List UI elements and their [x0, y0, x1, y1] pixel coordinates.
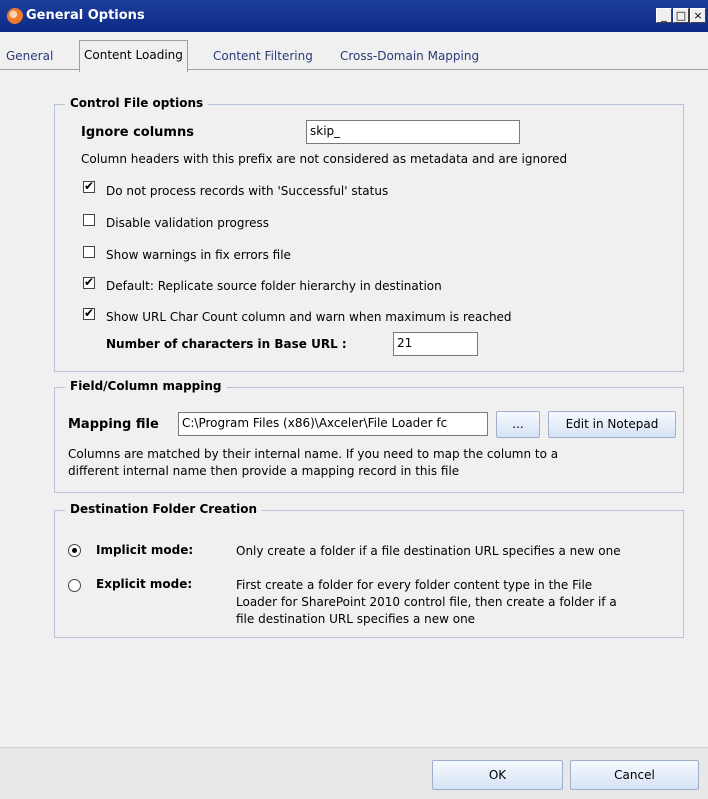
replicate-hierarchy-checkbox[interactable]: [83, 275, 95, 289]
show-warnings-checkbox[interactable]: [83, 246, 95, 258]
ignore-columns-label: Ignore columns: [81, 125, 194, 140]
implicit-mode-radio[interactable]: [68, 544, 81, 557]
mapping-note-line2: different internal name then provide a m…: [68, 464, 460, 478]
disable-validation-checkbox[interactable]: [83, 214, 95, 226]
show-warnings-label[interactable]: Show warnings in fix errors file: [106, 248, 291, 262]
explicit-mode-radio[interactable]: [68, 579, 81, 592]
app-icon: [7, 8, 23, 24]
general-options-window: General Options _ □ × General Content Lo…: [0, 0, 708, 799]
cancel-button[interactable]: Cancel: [570, 760, 699, 790]
skip-successful-checkbox[interactable]: [83, 179, 95, 193]
browse-button[interactable]: ...: [496, 411, 540, 438]
tab-general[interactable]: General: [2, 43, 57, 69]
url-char-count-checkbox[interactable]: [83, 306, 95, 320]
close-button[interactable]: ×: [690, 8, 706, 23]
implicit-mode-label[interactable]: Implicit mode:: [96, 543, 193, 557]
tab-strip: General Content Loading Content Filterin…: [0, 36, 708, 72]
control-file-group: Control File options: [54, 96, 684, 372]
destination-folder-legend: Destination Folder Creation: [65, 502, 263, 516]
mapping-note-line1: Columns are matched by their internal na…: [68, 447, 559, 461]
explicit-mode-label[interactable]: Explicit mode:: [96, 577, 192, 591]
tab-content-loading[interactable]: Content Loading: [79, 40, 188, 72]
ignore-columns-input[interactable]: skip_: [306, 120, 520, 144]
tab-cross-domain-mapping[interactable]: Cross-Domain Mapping: [336, 43, 483, 69]
maximize-button[interactable]: □: [673, 8, 689, 23]
ok-button[interactable]: OK: [432, 760, 563, 790]
implicit-mode-description: Only create a folder if a file destinati…: [236, 544, 621, 558]
title-bar[interactable]: General Options _ □ ×: [0, 0, 708, 32]
window-title: General Options: [26, 8, 145, 23]
url-char-count-label[interactable]: Show URL Char Count column and warn when…: [106, 310, 512, 324]
tab-content-filtering[interactable]: Content Filtering: [209, 43, 317, 69]
explicit-mode-desc-line3: file destination URL specifies a new one: [236, 612, 476, 626]
disable-validation-label[interactable]: Disable validation progress: [106, 216, 269, 230]
prefix-note: Column headers with this prefix are not …: [81, 152, 568, 166]
field-mapping-legend: Field/Column mapping: [65, 379, 227, 393]
control-file-legend: Control File options: [65, 96, 209, 110]
explicit-mode-desc-line1: First create a folder for every folder c…: [236, 578, 593, 592]
base-url-chars-input[interactable]: 21: [393, 332, 478, 356]
edit-in-notepad-button[interactable]: Edit in Notepad: [548, 411, 676, 438]
skip-successful-label[interactable]: Do not process records with 'Successful'…: [106, 184, 388, 198]
mapping-file-label: Mapping file: [68, 417, 159, 432]
mapping-file-input[interactable]: C:\Program Files (x86)\Axceler\File Load…: [178, 412, 488, 436]
base-url-chars-label: Number of characters in Base URL :: [106, 337, 347, 351]
explicit-mode-desc-line2: Loader for SharePoint 2010 control file,…: [236, 595, 617, 609]
replicate-hierarchy-label[interactable]: Default: Replicate source folder hierarc…: [106, 279, 442, 293]
minimize-button[interactable]: _: [656, 8, 672, 23]
